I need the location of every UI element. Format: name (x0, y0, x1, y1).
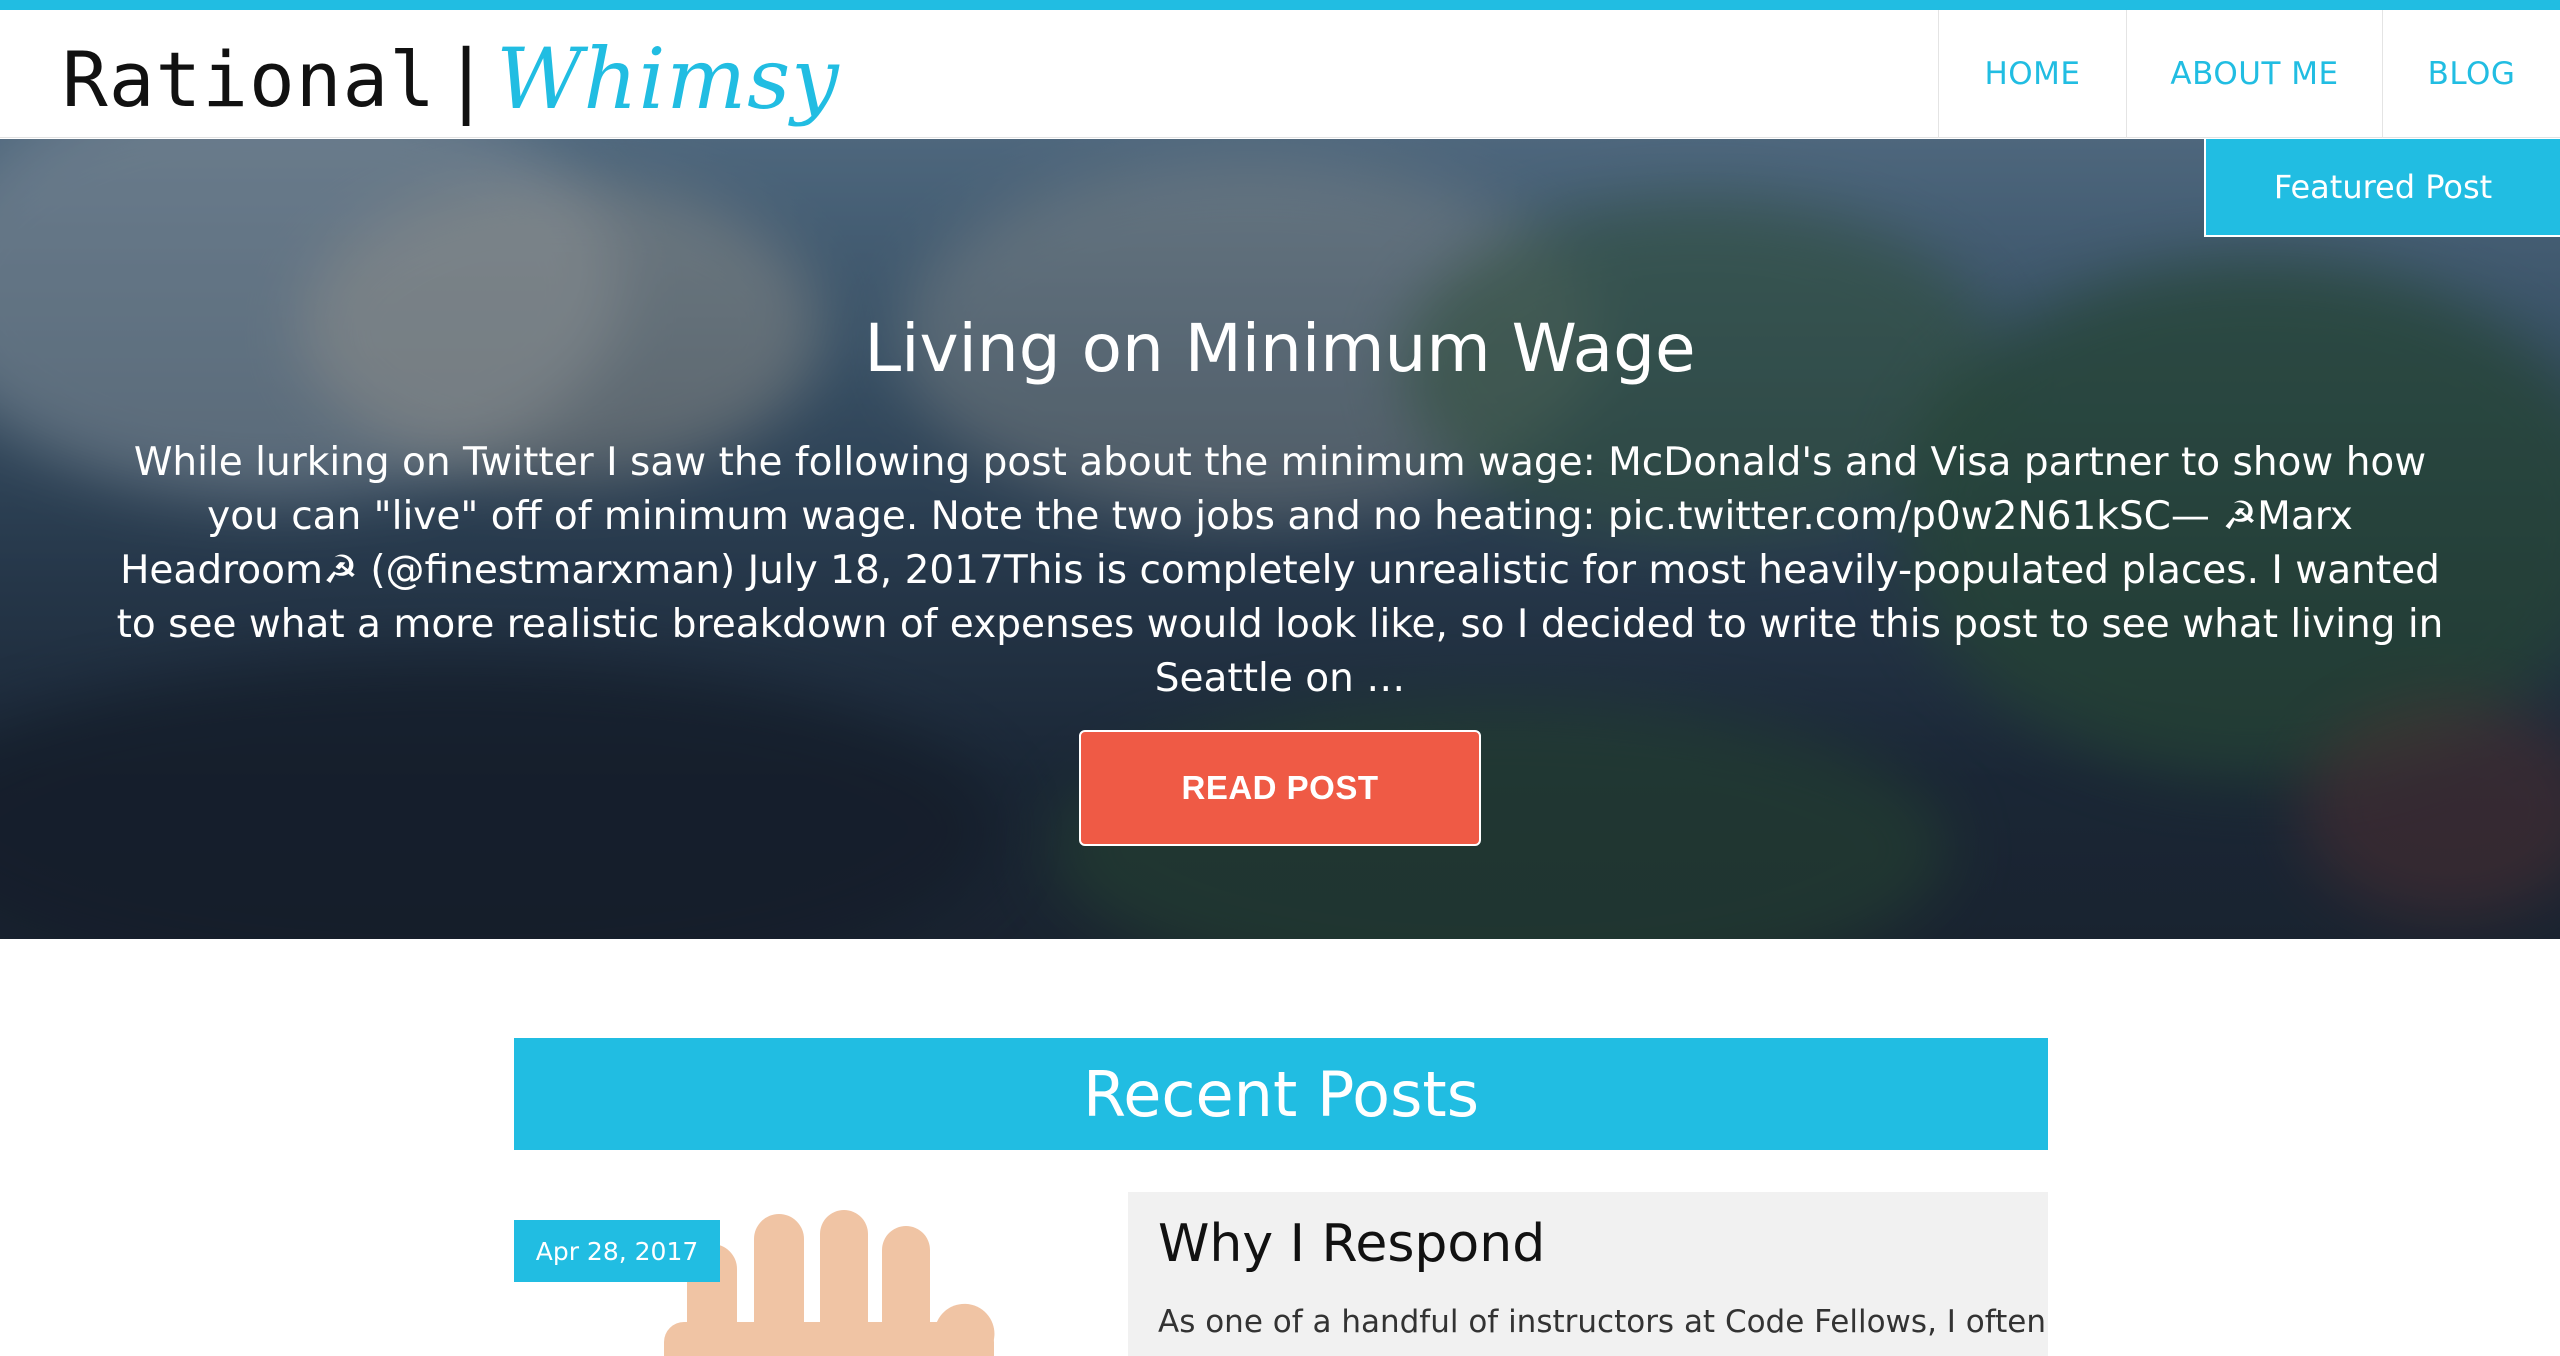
nav-home-link[interactable]: HOME (1938, 10, 2126, 138)
featured-post-excerpt: While lurking on Twitter I saw the follo… (116, 440, 2444, 701)
main-nav: HOME ABOUT ME BLOG (1938, 10, 2560, 138)
recent-posts-heading: Recent Posts (514, 1038, 2048, 1150)
featured-post-title[interactable]: Living on Minimum Wage (0, 310, 2560, 387)
nav-about-link[interactable]: ABOUT ME (2126, 10, 2382, 138)
nav-blog-link[interactable]: BLOG (2382, 10, 2560, 138)
post-excerpt: As one of a handful of instructors at Co… (1158, 1304, 2046, 1340)
logo-separator: | (442, 32, 491, 126)
post-card[interactable]: Why I Respond As one of a handful of ins… (1128, 1192, 2048, 1356)
post-title[interactable]: Why I Respond (1158, 1214, 2018, 1274)
site-header: Rational | Whimsy HOME ABOUT ME BLOG (0, 10, 2560, 138)
featured-post-tab: Featured Post (2204, 139, 2560, 237)
logo-primary-text: Rational (62, 34, 437, 124)
post-date-badge: Apr 28, 2017 (514, 1220, 720, 1282)
site-logo[interactable]: Rational | Whimsy (62, 24, 840, 134)
logo-secondary-text: Whimsy (496, 30, 840, 128)
read-post-button[interactable]: READ POST (1079, 730, 1481, 846)
top-accent-bar (0, 0, 2560, 10)
